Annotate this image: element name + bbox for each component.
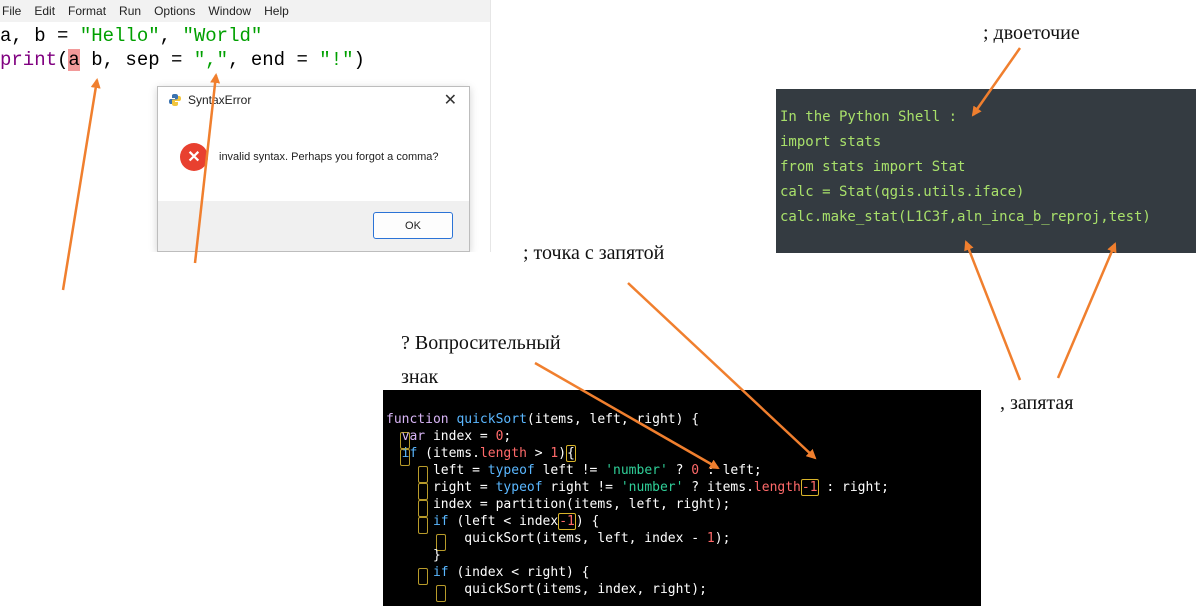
close-icon[interactable]: ✕ [444,90,457,110]
code-text: a, b = [0,25,80,47]
shell-line-2: import stats [780,134,882,150]
shell-line-4: calc = Stat(qgis.utils.iface) [780,184,1025,200]
menu-format[interactable]: Format [68,4,106,18]
keyword: function [386,412,457,427]
ok-button[interactable]: OK [373,212,453,239]
code-text: } [432,548,441,563]
code-text: : right; [818,480,889,495]
code-line-5: right = typeof right != 'number' ? items… [386,479,889,496]
annotation-semicolon: ; точка с запятой [523,242,665,264]
code-line-9: } [386,547,441,564]
keyword: typeof [495,480,551,495]
code-text: index = [432,429,496,444]
code-line-1: a, b = "Hello", "World" [0,24,490,48]
property: length [479,446,527,461]
shell-line-1: In the Python Shell : [780,109,958,125]
idle-editor-window: File Edit Format Run Options Window Help… [0,0,491,252]
syntax-error-dialog: SyntaxError ✕ ✕ invalid syntax. Perhaps … [157,86,470,252]
code-text: quickSort(items, left, index - [464,531,707,546]
code-text: (items. [425,446,480,461]
string-literal: "," [193,49,229,71]
number-literal: 1 [706,531,715,546]
annotation-comma: , запятая [1000,392,1074,414]
code-text: ) [353,49,365,71]
code-text: ( [57,49,69,71]
menu-bar: File Edit Format Run Options Window Help [0,0,490,22]
menu-edit[interactable]: Edit [34,4,55,18]
code-line-6: index = partition(items, left, right); [386,496,730,513]
string-literal: 'number' [605,463,668,478]
menu-window[interactable]: Window [208,4,251,18]
matched-brace: { [566,445,576,462]
shell-line-5: calc.make_stat(L1C3f,aln_inca_b_reproj,t… [780,209,1151,225]
keyword: if [432,565,457,580]
code-text: index = partition(items, left, right); [432,497,731,512]
code-text: ); [714,531,731,546]
code-line-10: if (index < right) { [386,564,590,581]
code-text: ? [667,463,692,478]
error-highlight: a [68,49,80,71]
code-text: (index < right) { [456,565,590,580]
number-literal: -1 [800,479,819,496]
keyword: if [401,446,426,461]
code-line-8: quickSort(items, left, index - 1); [386,530,730,547]
code-text: ; [503,429,512,444]
code-line-7: if (left < index-1) { [386,513,599,530]
dialog-title: SyntaxError [188,93,252,107]
code-text: b, sep = [79,49,194,71]
code-text: right != [550,480,621,495]
menu-file[interactable]: File [2,4,21,18]
annotation-colon: ; двоеточие [983,22,1080,44]
code-line-4: left = typeof left != 'number' ? 0 : lef… [386,462,762,479]
string-literal: "Hello" [79,25,160,47]
code-editor-text[interactable]: a, b = "Hello", "World" print(a b, sep = … [0,22,490,72]
function-name: quickSort [456,412,527,427]
code-text: right = [432,480,496,495]
menu-run[interactable]: Run [119,4,141,18]
code-text: ? items. [683,480,754,495]
annotation-question-line2: знак [401,366,439,388]
code-line-2: var index = 0; [386,428,512,445]
code-text: , [159,25,183,47]
code-text: left = [432,463,488,478]
error-message: invalid syntax. Perhaps you forgot a com… [219,151,439,163]
number-literal: 0 [691,463,700,478]
javascript-code-snippet: function quickSort(items, left, right) {… [383,390,981,606]
python-shell-snippet: In the Python Shell : import stats from … [776,89,1196,253]
code-line-2: print(a b, sep = ",", end = "!") [0,48,490,72]
python-logo-icon [169,94,181,106]
keyword: var [401,429,433,444]
code-text: > [526,446,551,461]
string-literal: 'number' [620,480,684,495]
string-literal: "World" [182,25,263,47]
keyword: if [432,514,457,529]
keyword: typeof [487,463,543,478]
code-line-1: function quickSort(items, left, right) { [386,411,699,428]
dialog-body: ✕ invalid syntax. Perhaps you forgot a c… [158,113,469,201]
dialog-titlebar: SyntaxError ✕ [158,87,469,113]
arrow-to-shell-comma-right [1056,242,1117,379]
property: length [753,480,801,495]
error-icon: ✕ [180,143,208,171]
annotation-question-line1: ? Вопросительный [401,332,561,354]
code-text: ) { [575,514,600,529]
code-text: ) [558,446,567,461]
dialog-footer: OK [158,201,469,251]
code-line-11: quickSort(items, index, right); [386,581,707,598]
shell-line-3: from stats import Stat [780,159,966,175]
menu-options[interactable]: Options [154,4,195,18]
code-text: (items, left, right) { [526,412,700,427]
print-keyword: print [0,49,58,71]
number-literal: -1 [558,513,576,530]
code-text: quickSort(items, index, right); [464,582,707,597]
code-line-3: if (items.length > 1){ [386,445,576,462]
code-text: left != [542,463,606,478]
code-text: , end = [228,49,320,71]
code-text: (left < index [456,514,559,529]
menu-help[interactable]: Help [264,4,289,18]
arrow-to-shell-comma-left [964,240,1022,381]
string-literal: "!" [319,49,354,71]
code-text: : left; [699,463,762,478]
